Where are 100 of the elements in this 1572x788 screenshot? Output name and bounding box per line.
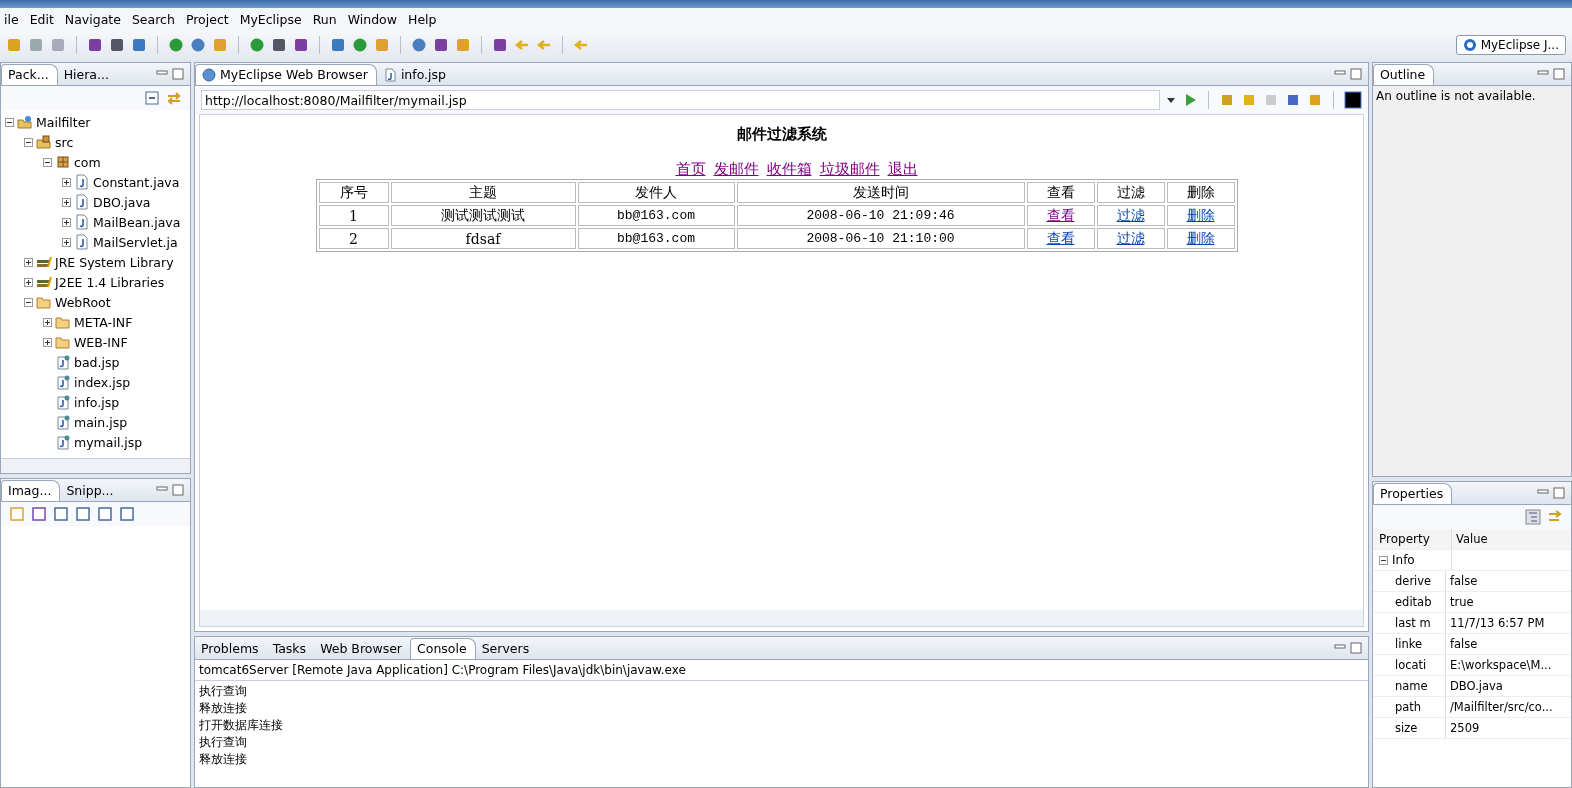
link-icon[interactable] — [166, 90, 182, 106]
expand-icon[interactable] — [62, 237, 71, 247]
property-value: /Mailfilter/src/co... — [1445, 697, 1571, 717]
arrow-icon[interactable] — [573, 37, 589, 53]
collapse-icon[interactable] — [1379, 555, 1388, 565]
maximize-icon[interactable] — [1553, 68, 1565, 80]
table-cell: 2008-06-10 21:10:00 — [736, 228, 1025, 249]
menu-item[interactable]: Edit — [25, 11, 61, 27]
collapse-icon[interactable] — [24, 297, 33, 307]
column-header: 查看 — [1026, 182, 1095, 203]
maximize-icon[interactable] — [1350, 68, 1362, 80]
console-line: 打开数据库连接 — [199, 717, 284, 734]
menu-item[interactable]: Run — [308, 11, 344, 27]
panel-tab[interactable]: Properties — [1373, 483, 1453, 504]
menu-item[interactable]: Window — [343, 11, 404, 27]
menu-item[interactable]: Navigate — [60, 11, 128, 27]
perspective-button[interactable]: MyEclipse J... — [1455, 35, 1566, 55]
source-folder-icon — [36, 134, 52, 150]
expand-icon[interactable] — [62, 177, 71, 187]
table-cell: 2 — [318, 228, 389, 249]
console-line: 释放连接 — [199, 751, 248, 768]
nav-link[interactable]: 垃圾邮件 — [819, 160, 880, 179]
expand-icon[interactable] — [62, 217, 71, 227]
tree-item[interactable]: Mailfilter — [36, 114, 91, 130]
nav-link[interactable]: 收件箱 — [766, 160, 812, 179]
dropdown-icon[interactable] — [1166, 95, 1176, 105]
outline-message: An outline is not available. — [1373, 86, 1571, 476]
nav-link[interactable]: 发邮件 — [713, 160, 759, 179]
scrollbar[interactable] — [1, 458, 190, 473]
tree-item[interactable]: info.jsp — [74, 394, 120, 410]
nav-link[interactable]: 首页 — [675, 160, 706, 179]
panel-tab[interactable]: Tasks — [266, 639, 315, 659]
menu-item[interactable]: Project — [181, 11, 236, 27]
tree-item[interactable]: src — [55, 134, 74, 150]
tree-item[interactable]: com — [74, 154, 101, 170]
property-name: last m — [1394, 616, 1432, 630]
tree-item[interactable]: WebRoot — [55, 294, 111, 310]
tree-item[interactable]: bad.jsp — [74, 354, 120, 370]
tree-item[interactable]: MailServlet.ja — [93, 234, 178, 250]
panel-tab[interactable]: Problems — [195, 639, 267, 659]
panel-tab[interactable]: Outline — [1373, 64, 1435, 85]
menu-item[interactable]: Help — [404, 11, 444, 27]
arrow-icon[interactable] — [514, 37, 530, 53]
tree-item[interactable]: META-INF — [74, 314, 133, 330]
expand-icon[interactable] — [43, 337, 52, 347]
table-cell: bb@163.com — [577, 228, 735, 249]
property-name: name — [1394, 679, 1429, 693]
property-name: locati — [1394, 658, 1428, 672]
arrow-icon[interactable] — [536, 37, 552, 53]
expand-icon[interactable] — [62, 197, 71, 207]
tree-item[interactable]: Constant.java — [93, 174, 180, 190]
property-value: 2509 — [1445, 718, 1571, 738]
tree-item[interactable]: J2EE 1.4 Libraries — [55, 274, 165, 290]
menu-item[interactable]: MyEclipse — [235, 11, 309, 27]
menu-item[interactable]: ile — [0, 11, 26, 27]
table-cell: 1 — [318, 205, 389, 226]
tree-item[interactable]: DBO.java — [93, 194, 151, 210]
collapse-icon[interactable] — [43, 157, 52, 167]
tree-item[interactable]: JRE System Library — [55, 254, 174, 270]
panel-tab[interactable]: Servers — [475, 639, 538, 659]
collapse-icon[interactable] — [5, 117, 14, 127]
maximize-icon[interactable] — [172, 68, 184, 80]
url-field[interactable]: http://localhost:8080/Mailfilter/mymail.jsp — [201, 90, 1160, 110]
maximize-icon[interactable] — [1350, 642, 1362, 654]
expand-icon[interactable] — [24, 257, 33, 267]
library-icon — [36, 274, 52, 290]
panel-tab[interactable]: Pack... — [1, 64, 58, 85]
expand-icon[interactable] — [43, 317, 52, 327]
scrollbar[interactable] — [200, 610, 1363, 626]
column-header: 过滤 — [1096, 182, 1165, 203]
panel-tab[interactable]: Snipp... — [60, 481, 122, 501]
panel-tab[interactable]: Web Browser — [314, 639, 410, 659]
panel-tab[interactable]: Console — [410, 638, 476, 659]
categories-icon[interactable] — [1525, 509, 1541, 525]
panel-tab[interactable]: MyEclipse Web Browser — [195, 64, 377, 85]
property-value: 11/7/13 6:57 PM — [1445, 613, 1571, 633]
collapse-all-icon[interactable] — [144, 90, 160, 106]
expand-icon[interactable] — [24, 277, 33, 287]
property-name: path — [1394, 700, 1423, 714]
menu-item[interactable]: Search — [127, 11, 182, 27]
file-icon — [382, 67, 397, 82]
jsp-file-icon — [55, 354, 71, 370]
tree-item[interactable]: WEB-INF — [74, 334, 128, 350]
property-value: E:\workspace\M... — [1445, 655, 1571, 675]
column-header: 序号 — [318, 182, 389, 203]
nav-link[interactable]: 退出 — [887, 160, 918, 179]
tree-item[interactable]: index.jsp — [74, 374, 131, 390]
property-name: size — [1394, 721, 1419, 735]
panel-tab[interactable]: Imag... — [1, 480, 61, 501]
tree-item[interactable]: mymail.jsp — [74, 434, 143, 450]
panel-tab[interactable]: Hiera... — [57, 65, 117, 85]
stop-icon[interactable] — [1344, 91, 1362, 109]
maximize-icon[interactable] — [172, 484, 184, 496]
java-file-icon — [74, 234, 90, 250]
panel-tab[interactable]: info.jsp — [376, 65, 454, 85]
jsp-file-icon — [55, 414, 71, 430]
maximize-icon[interactable] — [1553, 487, 1565, 499]
tree-item[interactable]: main.jsp — [74, 414, 128, 430]
tree-item[interactable]: MailBean.java — [93, 214, 181, 230]
collapse-icon[interactable] — [24, 137, 33, 147]
